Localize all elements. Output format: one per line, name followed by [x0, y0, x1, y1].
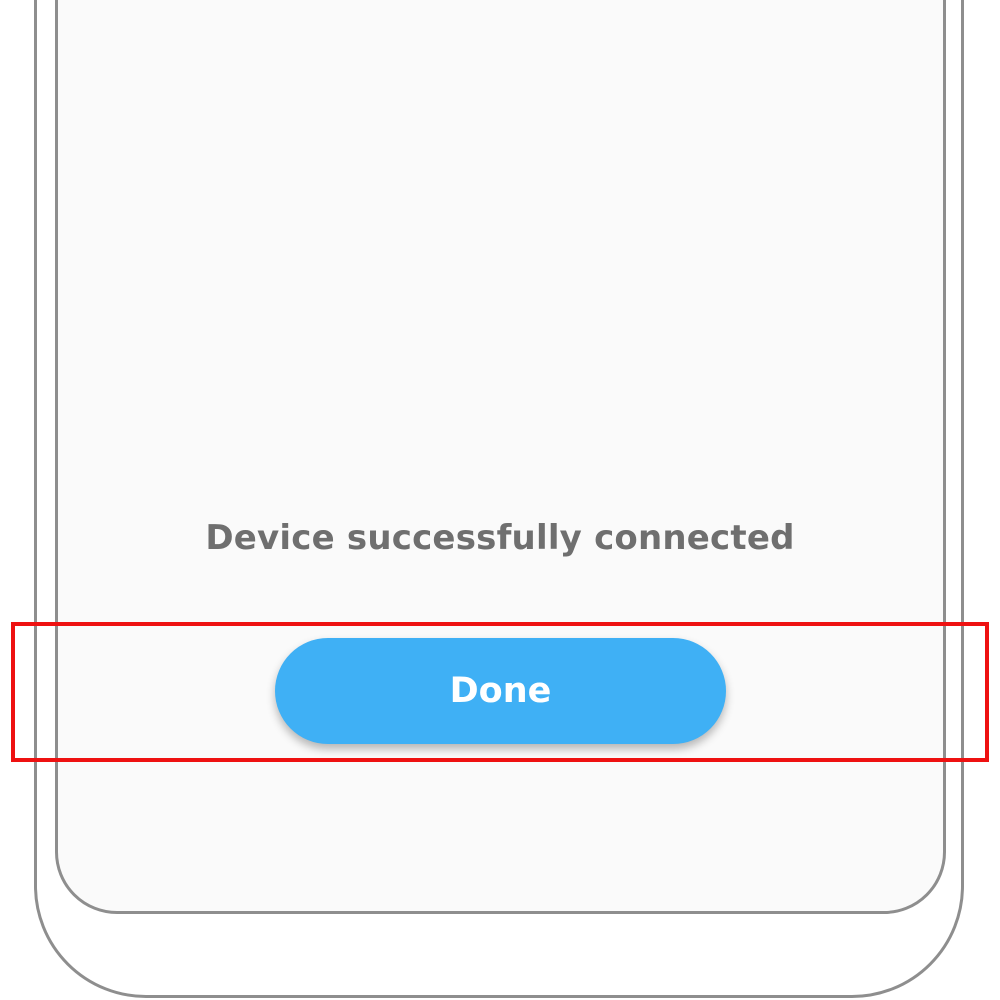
illustration-canvas: Device successfully connected Done — [0, 0, 1000, 1000]
connection-status-message: Device successfully connected — [205, 518, 795, 558]
done-button[interactable]: Done — [275, 638, 726, 744]
done-button-label: Done — [449, 671, 552, 711]
phone-screen — [55, 0, 946, 914]
